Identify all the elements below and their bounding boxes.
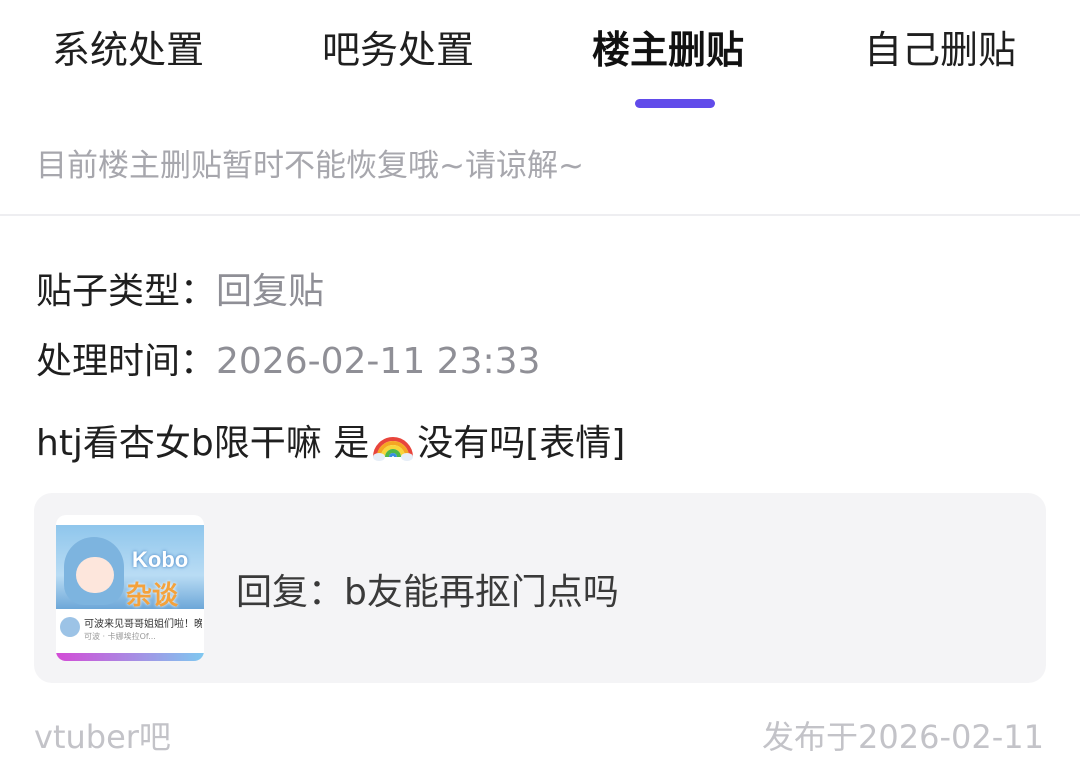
tab-bar: 系统处置 吧务处置 楼主删贴 自己删贴 [0, 0, 1080, 120]
tab-moderator-handling[interactable]: 吧务处置 [322, 22, 474, 78]
thumbnail-logo-text: Kobo [132, 547, 189, 572]
quoted-post-thumbnail: Kobo 杂谈 可波来见哥哥姐姐们啦！晚 可波 · 卡娜埃拉Of... [56, 515, 204, 661]
handled-time-row: 处理时间：2026-02-11 23:33 [36, 332, 540, 384]
rainbow-icon [373, 437, 414, 461]
thumbnail-meta: 可波 · 卡娜埃拉Of... [84, 632, 156, 641]
tab-op-deleted[interactable]: 楼主删贴 [592, 22, 744, 78]
post-content[interactable]: htj看杏女b限干嘛 是 没有吗[表情] [36, 414, 625, 466]
handled-time-value: 2026-02-11 23:33 [216, 341, 541, 382]
tab-self-deleted[interactable]: 自己删贴 [864, 22, 1016, 78]
thumbnail-banner: Kobo 杂谈 [56, 525, 204, 611]
thumbnail-logo-subtitle: 杂谈 [126, 581, 179, 611]
deleted-posts-page: 系统处置 吧务处置 楼主删贴 自己删贴 目前楼主删贴暂时不能恢复哦~请谅解~ 贴… [0, 0, 1080, 772]
post-type-row: 贴子类型：回复贴 [36, 262, 324, 314]
quoted-post-card[interactable]: Kobo 杂谈 可波来见哥哥姐姐们啦！晚 可波 · 卡娜埃拉Of... 回复：b… [34, 493, 1046, 683]
post-type-label: 贴子类型： [36, 271, 217, 312]
divider [0, 214, 1080, 216]
post-content-text-end: 没有吗[表情] [417, 423, 626, 464]
thumbnail-bottom-bar [56, 653, 204, 661]
notice-text: 目前楼主删贴暂时不能恢复哦~请谅解~ [36, 148, 584, 184]
active-tab-indicator [635, 99, 715, 108]
post-content-text-start: htj看杏女b限干嘛 是 [36, 423, 370, 464]
forum-name-link[interactable]: vtuber吧 [34, 712, 171, 758]
quoted-post-text: 回复：b友能再抠门点吗 [236, 572, 619, 613]
post-type-value: 回复贴 [216, 271, 325, 312]
thumbnail-avatar [60, 617, 80, 637]
thumbnail-caption: 可波来见哥哥姐姐们啦！晚 [84, 619, 202, 630]
thumbnail-character-face [76, 557, 114, 593]
published-date: 发布于2026-02-11 [762, 718, 1044, 756]
handled-time-label: 处理时间： [36, 341, 217, 382]
tab-system-handling[interactable]: 系统处置 [52, 22, 204, 78]
